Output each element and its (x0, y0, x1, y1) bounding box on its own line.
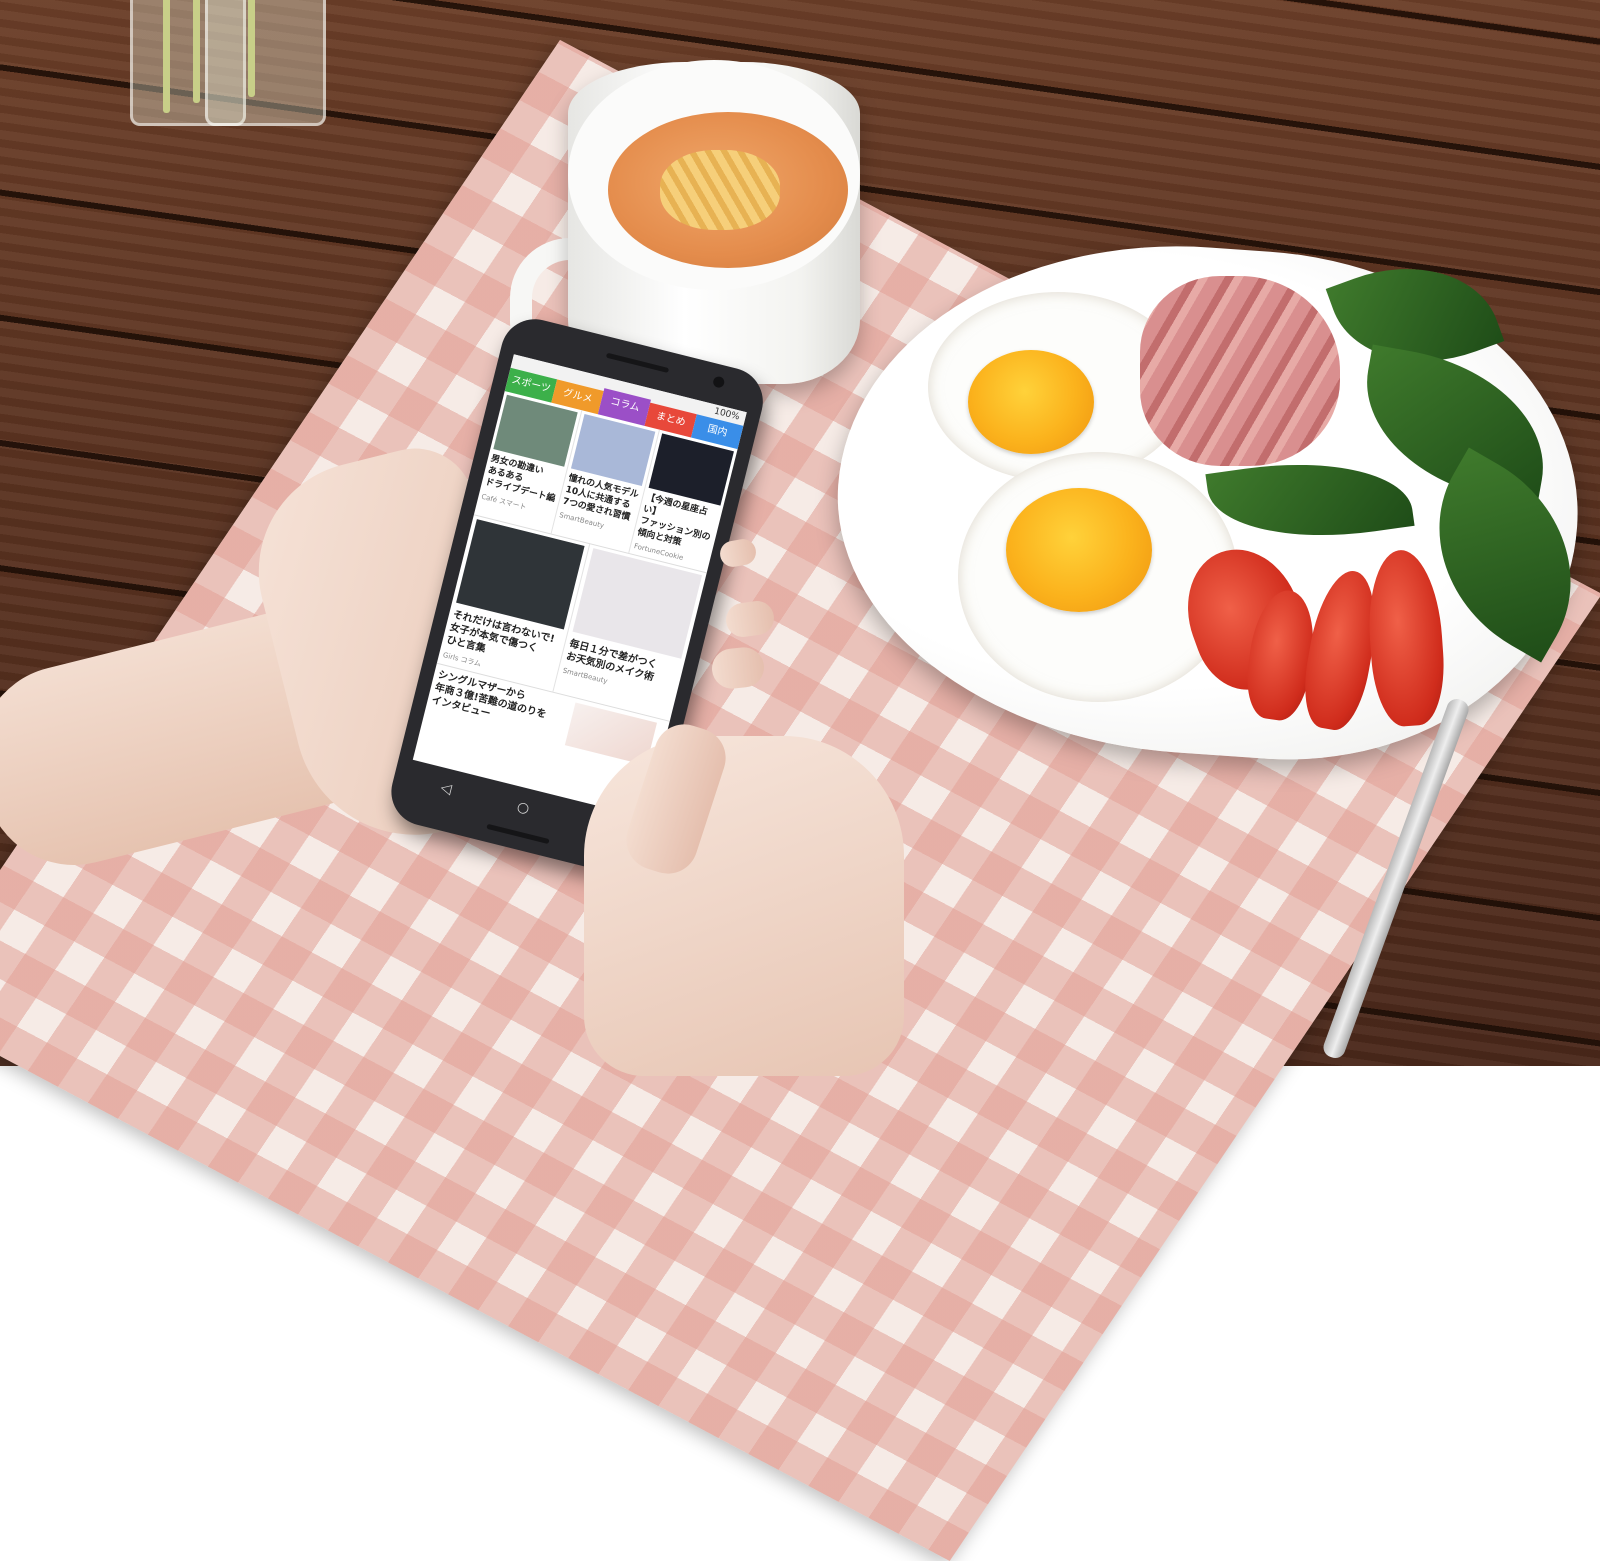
herb-stem (193, 0, 200, 103)
herb-stem (248, 0, 255, 97)
earpiece-speaker (605, 352, 670, 374)
back-icon[interactable]: ◁ (439, 780, 453, 798)
home-icon[interactable]: ○ (515, 799, 531, 817)
egg-yolk (1006, 488, 1152, 612)
fusilli-pasta (660, 150, 780, 230)
prosciutto (1140, 276, 1340, 466)
egg-yolk (968, 350, 1094, 454)
glass-vase (205, 0, 326, 126)
front-camera (712, 375, 726, 389)
right-hand (584, 736, 904, 1076)
herb-stem (163, 0, 170, 113)
